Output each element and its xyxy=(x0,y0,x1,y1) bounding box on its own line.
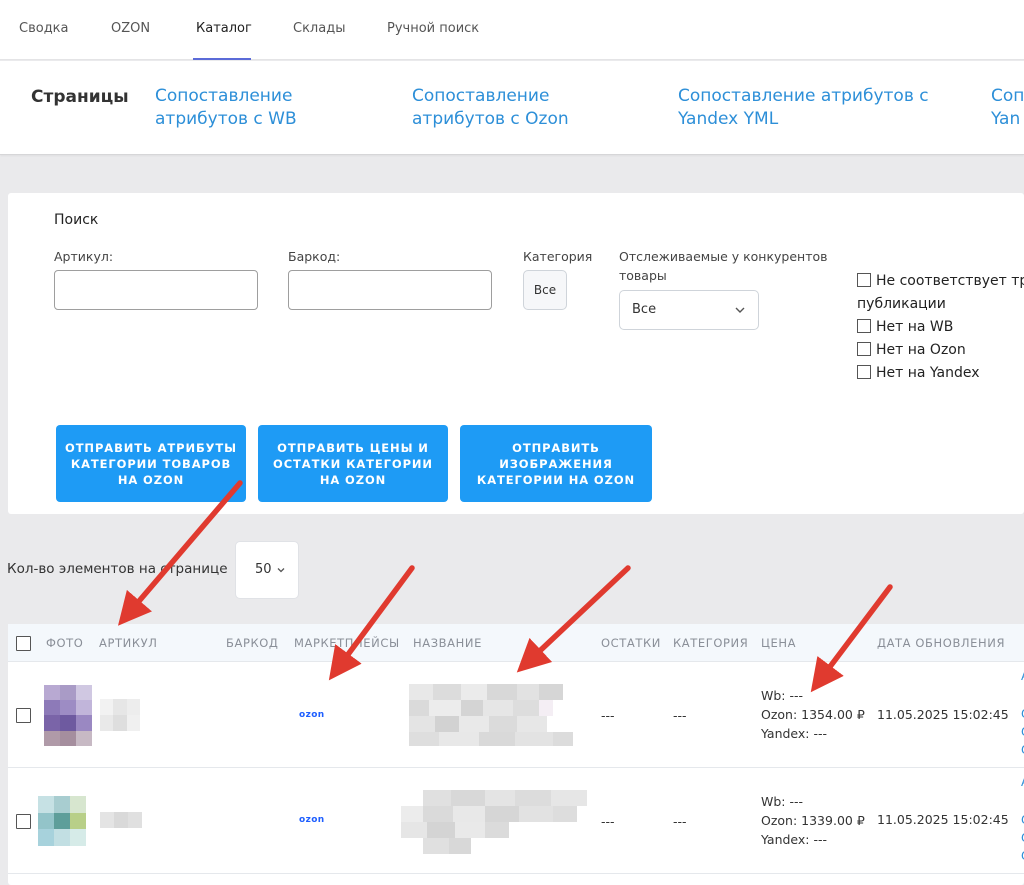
table-header: ФОТО АРТИКУЛ БАРКОД МАРКЕТПЛЕЙСЫ НАЗВАНИ… xyxy=(8,624,1024,662)
top-navigation: Сводка OZON Каталог Склады Ручной поиск xyxy=(0,0,1024,60)
tracked-select[interactable]: Все xyxy=(619,290,759,330)
table-row[interactable]: ozon --- --- Wb: --- Ozon: 1339.00 ₽ Yan… xyxy=(8,769,1024,874)
price-wb: Wb: --- xyxy=(761,688,804,703)
barcode-input[interactable] xyxy=(288,270,492,310)
per-page-value: 50 xyxy=(255,562,272,577)
checkbox-not-on-yandex[interactable]: Нет на Yandex xyxy=(857,365,980,381)
barcode-label: Баркод: xyxy=(288,249,341,264)
article-label: Артикул: xyxy=(54,249,114,264)
col-article[interactable]: АРТИКУЛ xyxy=(99,636,157,650)
article-redacted xyxy=(100,812,142,828)
category-select[interactable]: Все xyxy=(523,270,567,310)
stock-value: --- xyxy=(601,708,615,723)
link-yandex-yml-attributes[interactable]: Сопоставление атрибутов с Yandex YML xyxy=(678,85,958,131)
price-ozon: Ozon: 1354.00 ₽ xyxy=(761,707,865,722)
search-card: Поиск Артикул: Баркод: Категория Все Отс… xyxy=(8,193,1024,514)
checkbox-label: Нет на Ozon xyxy=(876,342,966,358)
col-price[interactable]: ЦЕНА xyxy=(761,636,796,650)
pages-title: Страницы xyxy=(31,87,129,107)
row-checkbox[interactable] xyxy=(16,814,31,829)
tab-catalog[interactable]: Каталог xyxy=(196,21,252,36)
col-barcode[interactable]: БАРКОД xyxy=(226,636,279,650)
checkbox-not-matching[interactable]: Не соответствует тре xyxy=(857,273,1024,289)
category-value: --- xyxy=(673,814,687,829)
col-stock[interactable]: ОСТАТКИ xyxy=(601,636,661,650)
table-row[interactable]: ozon --- --- Wb: --- Ozon: 1354.00 ₽ Yan… xyxy=(8,663,1024,768)
updated-date: 11.05.2025 15:02:45 xyxy=(877,812,1009,827)
ozon-logo-icon: ozon xyxy=(299,815,325,825)
tab-ozon[interactable]: OZON xyxy=(111,21,150,36)
product-photo[interactable] xyxy=(44,685,92,746)
tracked-label: Отслеживаемые у конкурентов товары xyxy=(619,249,828,283)
category-value: --- xyxy=(673,708,687,723)
tab-manual-search[interactable]: Ручной поиск xyxy=(387,21,479,36)
chevron-down-icon xyxy=(735,307,745,313)
checkbox-box[interactable] xyxy=(857,273,871,287)
checkbox-label: Нет на WB xyxy=(876,319,954,335)
price-yandex: Yandex: --- xyxy=(761,726,828,741)
updated-date: 11.05.2025 15:02:45 xyxy=(877,707,1009,722)
checkbox-not-on-wb[interactable]: Нет на WB xyxy=(857,319,953,335)
article-input[interactable] xyxy=(54,270,258,310)
product-photo[interactable] xyxy=(38,796,86,846)
search-title: Поиск xyxy=(54,212,99,228)
price-yandex: Yandex: --- xyxy=(761,832,828,847)
col-updated[interactable]: ДАТА ОБНОВЛЕНИЯ xyxy=(877,636,1005,650)
row-checkbox[interactable] xyxy=(16,708,31,723)
product-name-redacted xyxy=(401,790,587,854)
article-redacted xyxy=(100,699,140,731)
col-category[interactable]: КАТЕГОРИЯ xyxy=(673,636,748,650)
link-ozon-attributes[interactable]: Сопоставление атрибутов с Ozon xyxy=(412,85,622,131)
price-block: Wb: --- Ozon: 1339.00 ₽ Yandex: --- xyxy=(761,792,865,849)
active-tab-indicator xyxy=(193,58,251,60)
price-wb: Wb: --- xyxy=(761,794,804,809)
tab-summary[interactable]: Сводка xyxy=(19,21,69,36)
per-page-label: Кол-во элементов на странице xyxy=(7,561,228,577)
col-photo: ФОТО xyxy=(46,636,84,650)
checkbox-label: Не соответствует тре xyxy=(876,273,1024,289)
checkbox-label: Нет на Yandex xyxy=(876,365,980,381)
tab-warehouses[interactable]: Склады xyxy=(293,21,345,36)
category-label: Категория xyxy=(523,249,593,264)
checkbox-box[interactable] xyxy=(857,365,871,379)
checkbox-box[interactable] xyxy=(857,319,871,333)
col-marketplaces: МАРКЕТПЛЕЙСЫ xyxy=(294,636,400,650)
price-ozon: Ozon: 1339.00 ₽ xyxy=(761,813,865,828)
link-wb-attributes[interactable]: Сопоставление атрибутов с WB xyxy=(155,85,355,131)
checkbox-box[interactable] xyxy=(857,342,871,356)
checkbox-not-on-ozon[interactable]: Нет на Ozon xyxy=(857,342,966,358)
product-name-redacted xyxy=(409,682,573,746)
send-attributes-ozon-button[interactable]: ОТПРАВИТЬ АТРИБУТЫ КАТЕГОРИИ ТОВАРОВ НА … xyxy=(56,425,246,502)
per-page-select[interactable]: 50 xyxy=(235,541,299,599)
send-images-ozon-button[interactable]: ОТПРАВИТЬ ИЗОБРАЖЕНИЯ КАТЕГОРИИ НА OZON xyxy=(460,425,652,502)
checkbox-label-continuation: публикации xyxy=(857,296,946,312)
col-name[interactable]: НАЗВАНИЕ xyxy=(413,636,482,650)
link-yandex-more[interactable]: Соп Yan xyxy=(991,85,1024,131)
stock-value: --- xyxy=(601,814,615,829)
pages-strip: Страницы Сопоставление атрибутов с WB Соп… xyxy=(0,61,1024,155)
catalog-table: ФОТО АРТИКУЛ БАРКОД МАРКЕТПЛЕЙСЫ НАЗВАНИ… xyxy=(8,624,1024,885)
chevron-down-icon xyxy=(277,568,285,573)
select-all-checkbox[interactable] xyxy=(16,636,31,651)
price-block: Wb: --- Ozon: 1354.00 ₽ Yandex: --- xyxy=(761,686,865,743)
tracked-select-value: Все xyxy=(632,302,657,317)
ozon-logo-icon: ozon xyxy=(299,710,325,720)
send-prices-stock-ozon-button[interactable]: ОТПРАВИТЬ ЦЕНЫ И ОСТАТКИ КАТЕГОРИИ НА OZ… xyxy=(258,425,448,502)
